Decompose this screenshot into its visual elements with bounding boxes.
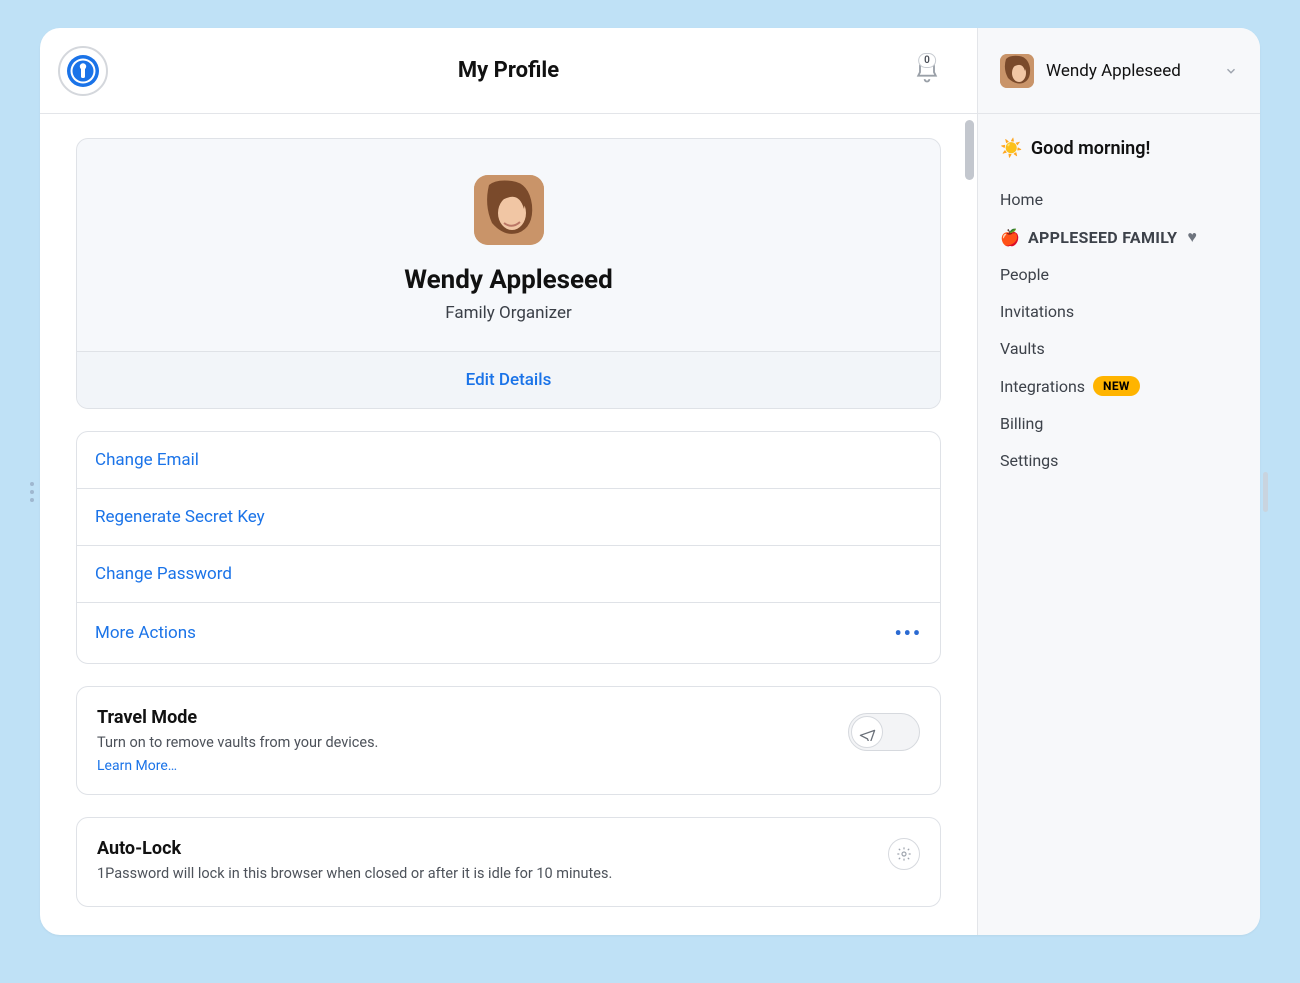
change-password-row[interactable]: Change Password — [77, 545, 940, 602]
sidebar-item-family[interactable]: 🍎 APPLESEED FAMILY ♥ — [1000, 218, 1238, 256]
sidebar-item-billing[interactable]: Billing — [1000, 405, 1238, 442]
sidebar-item-vaults[interactable]: Vaults — [1000, 330, 1238, 367]
sidebar-item-home[interactable]: Home — [1000, 181, 1238, 218]
profile-name: Wendy Appleseed — [97, 265, 920, 295]
apple-icon: 🍎 — [1000, 227, 1020, 247]
greeting: ☀️ Good morning! — [1000, 138, 1238, 159]
new-badge: NEW — [1093, 376, 1140, 396]
sidebar-item-people[interactable]: People — [1000, 256, 1238, 293]
scrollbar-thumb[interactable] — [965, 120, 974, 180]
chevron-down-icon — [1224, 64, 1238, 78]
heart-icon: ♥ — [1187, 227, 1197, 247]
sidebar-username: Wendy Appleseed — [1046, 61, 1212, 81]
window-resize-handle-left[interactable] — [30, 482, 34, 502]
airplane-icon — [859, 724, 876, 741]
account-switcher[interactable]: Wendy Appleseed — [978, 28, 1260, 114]
travel-mode-title: Travel Mode — [97, 707, 832, 728]
notifications-button[interactable]: 0 — [913, 57, 941, 85]
change-email-label: Change Email — [95, 450, 199, 470]
app-logo[interactable] — [58, 46, 108, 96]
regenerate-secret-key-label: Regenerate Secret Key — [95, 507, 265, 527]
sidebar-avatar — [1000, 54, 1034, 88]
auto-lock-card: Auto-Lock 1Password will lock in this br… — [76, 817, 941, 907]
sidebar-item-integrations[interactable]: Integrations NEW — [1000, 367, 1238, 405]
app-window: My Profile 0 — [40, 28, 1260, 935]
travel-mode-toggle[interactable] — [848, 713, 920, 751]
auto-lock-title: Auto-Lock — [97, 838, 872, 859]
sidebar-item-invitations[interactable]: Invitations — [1000, 293, 1238, 330]
main-scroll-area[interactable]: Wendy Appleseed Family Organizer Edit De… — [40, 114, 977, 935]
right-sidebar: Wendy Appleseed ☀️ Good morning! Home 🍎 — [977, 28, 1260, 935]
onepassword-logo-icon — [65, 53, 101, 89]
travel-mode-card: Travel Mode Turn on to remove vaults fro… — [76, 686, 941, 795]
travel-mode-learn-more[interactable]: Learn More… — [97, 758, 177, 774]
sidebar-nav: Home 🍎 APPLESEED FAMILY ♥ People Invitat… — [1000, 181, 1238, 479]
page-title: My Profile — [40, 58, 977, 83]
travel-mode-description: Turn on to remove vaults from your devic… — [97, 734, 832, 751]
main-header: My Profile 0 — [40, 28, 977, 114]
notifications-count: 0 — [918, 53, 936, 68]
more-actions-icon: ••• — [894, 621, 922, 645]
greeting-text: Good morning! — [1031, 138, 1150, 159]
account-actions-card: Change Email Regenerate Secret Key Chang… — [76, 431, 941, 664]
gear-icon — [896, 846, 912, 862]
main-column: My Profile 0 — [40, 28, 977, 935]
change-email-row[interactable]: Change Email — [77, 432, 940, 488]
auto-lock-settings-button[interactable] — [888, 838, 920, 870]
profile-avatar — [474, 175, 544, 245]
profile-card: Wendy Appleseed Family Organizer Edit De… — [76, 138, 941, 409]
auto-lock-description: 1Password will lock in this browser when… — [97, 865, 872, 882]
sun-icon: ☀️ — [1000, 138, 1022, 159]
more-actions-label: More Actions — [95, 623, 196, 643]
change-password-label: Change Password — [95, 564, 232, 584]
regenerate-secret-key-row[interactable]: Regenerate Secret Key — [77, 488, 940, 545]
more-actions-row[interactable]: More Actions ••• — [77, 602, 940, 663]
window-resize-handle-right[interactable] — [1263, 472, 1268, 512]
profile-role: Family Organizer — [97, 303, 920, 323]
edit-details-button[interactable]: Edit Details — [77, 351, 940, 408]
sidebar-item-settings[interactable]: Settings — [1000, 442, 1238, 479]
